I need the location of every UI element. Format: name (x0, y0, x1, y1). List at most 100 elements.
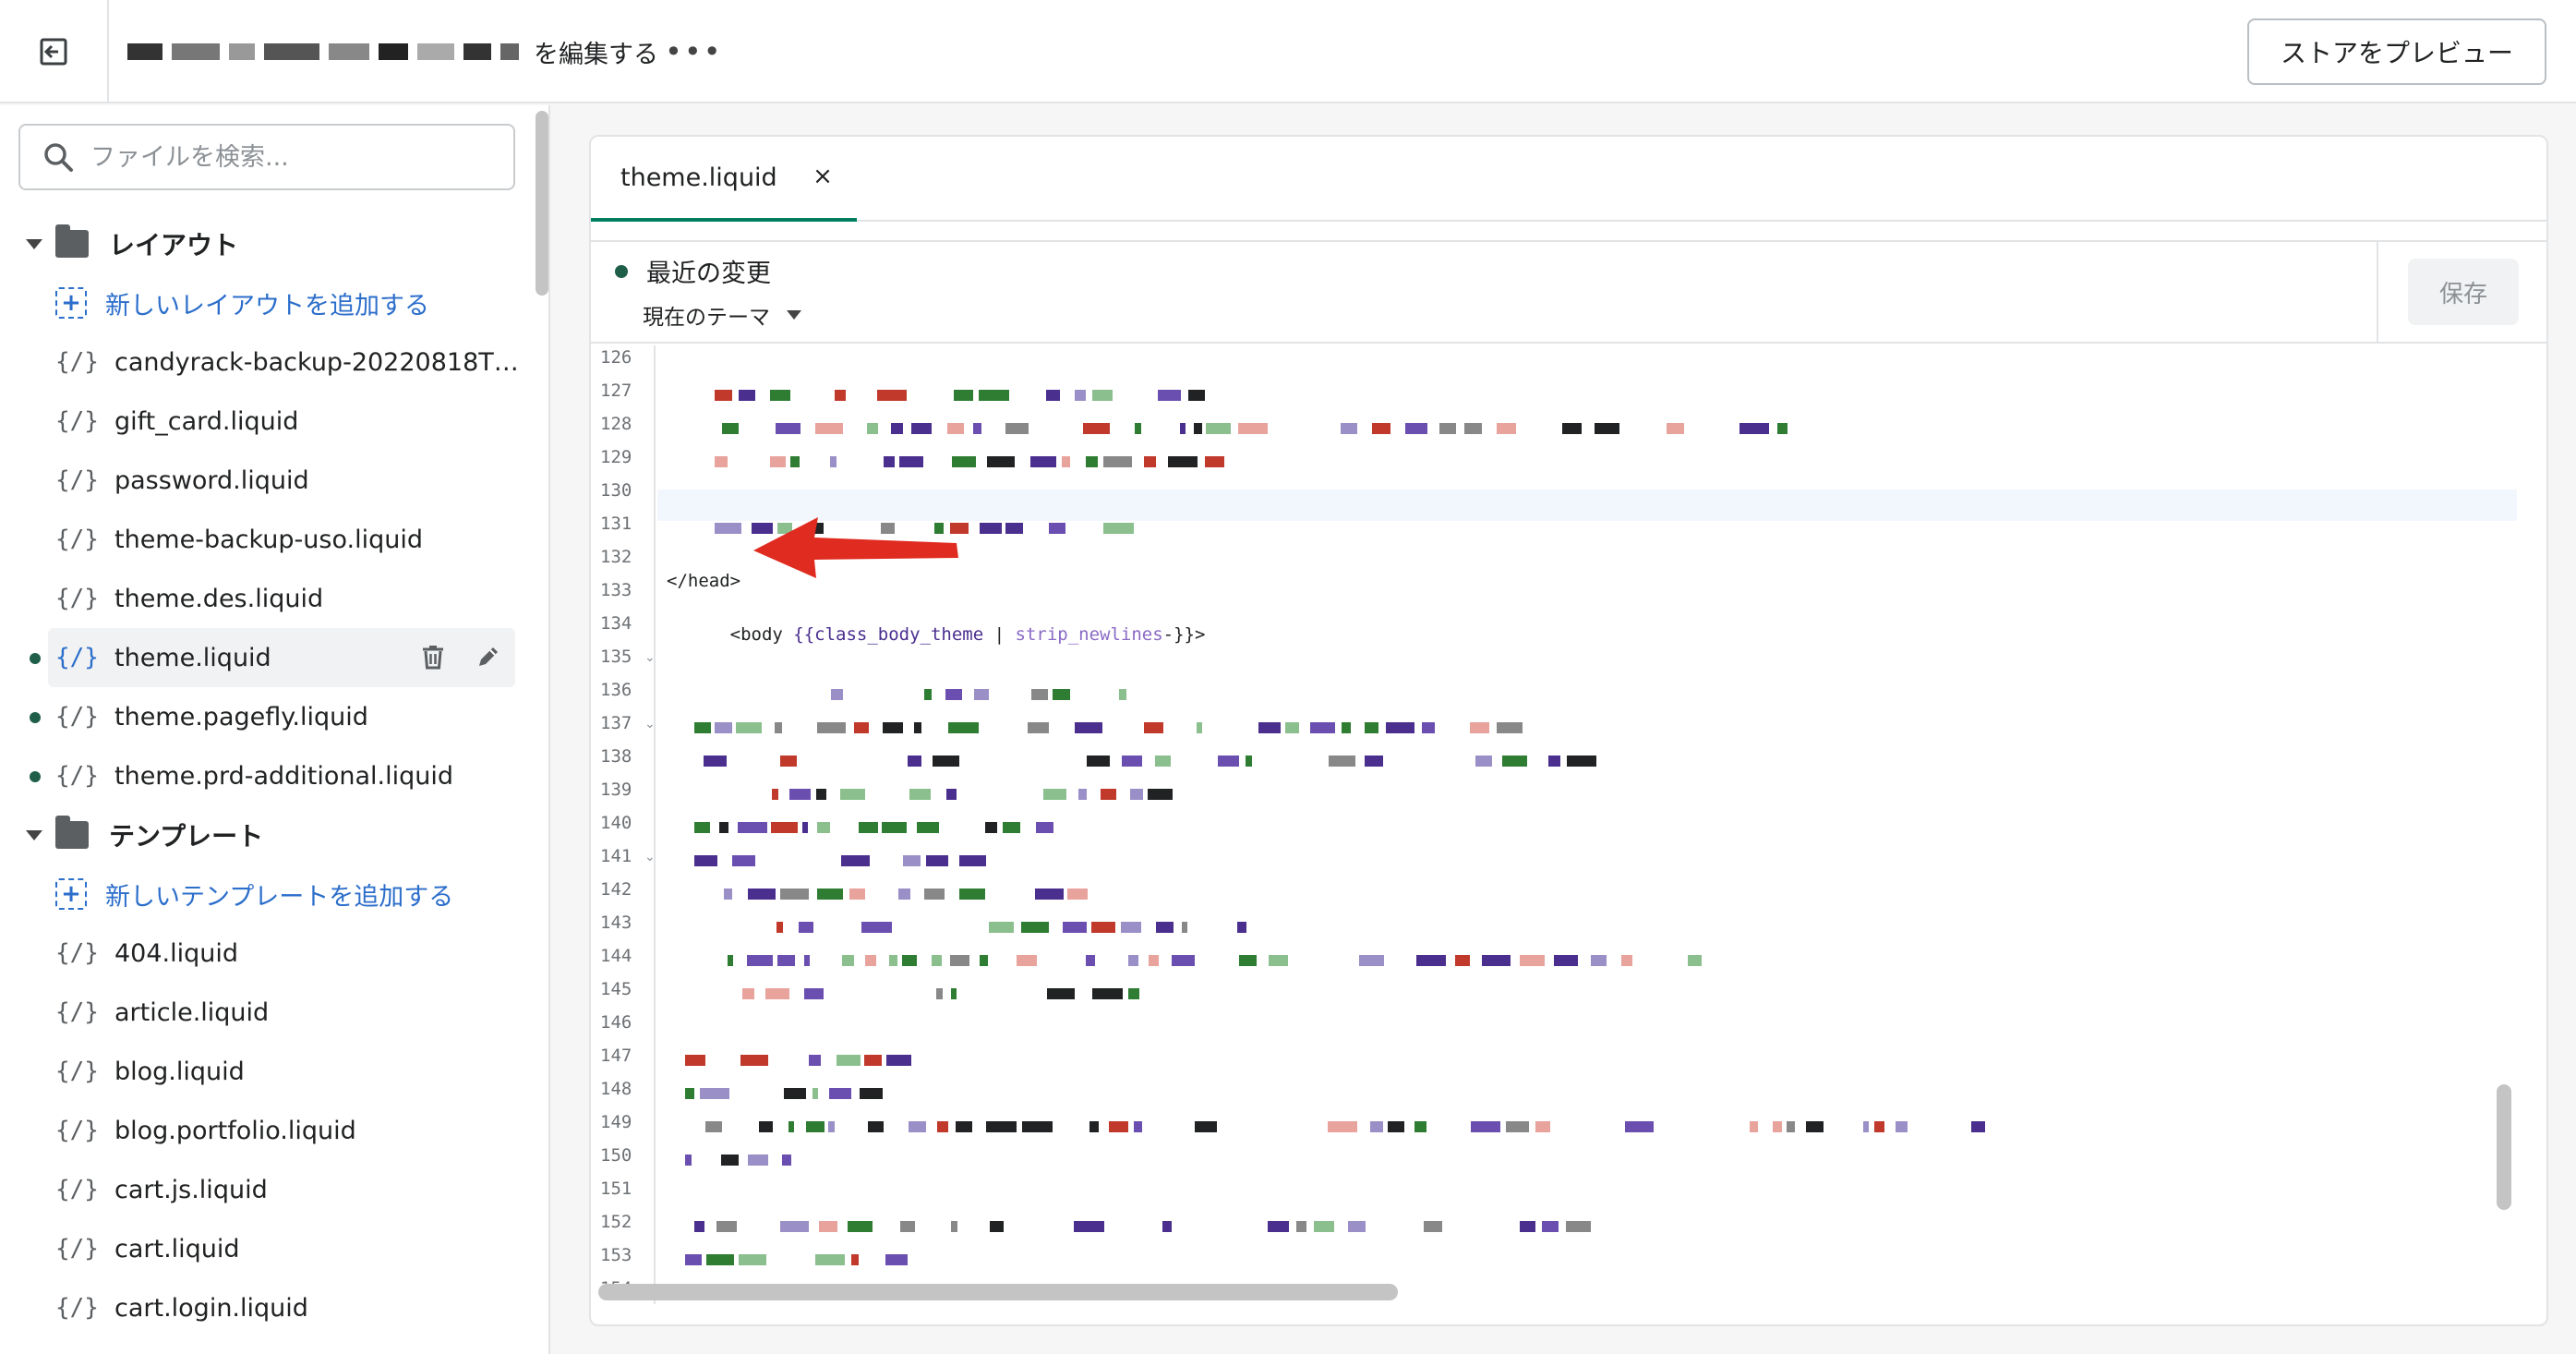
red-arrow-annotation (753, 517, 958, 578)
caret-down-icon (787, 310, 801, 320)
more-actions-button[interactable]: ••• (665, 28, 723, 76)
file-item[interactable]: {/} cart.login.liquid (0, 1278, 526, 1337)
redacted-code-pixel (1103, 456, 1132, 467)
file-name: cart.liquid (114, 1234, 240, 1263)
redacted-code-pixel (1471, 1121, 1500, 1132)
redacted-code-pixel (782, 1155, 791, 1166)
page-title-suffix: を編集する (534, 40, 658, 69)
redacted-code-pixel (1439, 423, 1456, 434)
redacted-code-pixel (1103, 523, 1134, 534)
redacted-code-pixel (715, 390, 732, 401)
preview-store-button[interactable]: ストアをプレビュー (2246, 18, 2546, 85)
redacted-code-pixel (959, 855, 986, 866)
redacted-code-pixel (1195, 1121, 1217, 1132)
save-button[interactable]: 保存 (2408, 259, 2519, 325)
redacted-code-pixel (842, 955, 854, 966)
line-number: 136 (600, 680, 632, 700)
add-template-link[interactable]: + 新しいテンプレートを追加する (0, 864, 526, 924)
line-number: 144 (600, 946, 632, 966)
redacted-code-pixel (1075, 390, 1086, 401)
line-number: 150 (600, 1145, 632, 1166)
redacted-code-pixel (851, 1254, 859, 1265)
delete-file-button[interactable] (415, 639, 451, 674)
redacted-code-pixel (817, 822, 830, 833)
file-item[interactable]: {/} theme.pagefly.liquid (0, 687, 526, 746)
redacted-code-pixel (1370, 1121, 1383, 1132)
redacted-code-pixel (1562, 423, 1582, 434)
redacted-code-pixel (951, 988, 957, 999)
recent-changes-title[interactable]: 最近の変更 (615, 253, 771, 289)
fold-chevron-icon[interactable]: ⌄ (644, 850, 656, 864)
close-icon[interactable]: × (807, 163, 838, 190)
liquid-file-icon: {/} (55, 644, 99, 671)
redacted-code-pixel (1074, 1221, 1104, 1232)
file-item[interactable]: {/} article.liquid (0, 983, 526, 1042)
file-item[interactable]: {/} candyrack-backup-20220818T0... (0, 332, 526, 392)
folder-layout[interactable]: レイアウト (0, 214, 526, 273)
file-item[interactable]: {/} blog.liquid (0, 1042, 526, 1101)
redacted-code-pixel (903, 855, 921, 866)
redacted-code-pixel (776, 922, 783, 933)
code-token: <body (729, 624, 794, 645)
redacted-code-pixel (1497, 722, 1523, 733)
file-item[interactable]: {/} theme.des.liquid (0, 569, 526, 628)
theme-version-select[interactable]: 現在のテーマ (643, 299, 801, 331)
redacted-code-pixel (804, 988, 824, 999)
code-horizontal-scrollbar[interactable] (598, 1284, 1398, 1300)
redacted-code-pixel (1365, 722, 1378, 733)
redacted-code-pixel (1416, 955, 1446, 966)
file-item[interactable]: {/} gift_card.liquid (0, 392, 526, 451)
liquid-file-icon: {/} (55, 939, 99, 967)
redacted-code-pixel (954, 390, 973, 401)
file-item[interactable]: {/} theme.prd-additional.liquid (0, 746, 526, 805)
file-item[interactable]: {/} blog.portfolio.liquid (0, 1101, 526, 1160)
redacted-code-pixel (947, 423, 964, 434)
redacted-code-pixel (1101, 789, 1116, 800)
redacted-code-pixel (1238, 423, 1268, 434)
rename-file-button[interactable] (471, 639, 506, 674)
redacted-code-pixel (840, 789, 865, 800)
sidebar-scrollbar[interactable] (536, 111, 548, 296)
redacted-code-pixel (1372, 423, 1390, 434)
redacted-code-pixel (1520, 1221, 1535, 1232)
redacted-code-pixel (973, 423, 981, 434)
redacted-code-pixel (1218, 756, 1239, 767)
redacted-code-pixel (1542, 1221, 1559, 1232)
tab-theme-liquid[interactable]: theme.liquid × (591, 137, 857, 222)
redacted-code-pixel (1172, 955, 1195, 966)
line-number-gutter: 126 127 128 129 130 131 132 133 134 135 ⌄ 136 137 ⌄ 13… (591, 345, 656, 1304)
redacted-code-pixel (715, 523, 741, 534)
fold-chevron-icon[interactable]: ⌄ (644, 717, 656, 731)
file-item[interactable]: {/} theme-backup-uso.liquid (0, 510, 526, 569)
redacted-code-pixel (1239, 955, 1257, 966)
file-item[interactable]: {/} 404.liquid (0, 924, 526, 983)
redacted-code-pixel (685, 1254, 702, 1265)
redacted-code-pixel (1269, 955, 1288, 966)
redacted-code-pixel (1188, 390, 1205, 401)
redacted-code-pixel (804, 955, 810, 966)
file-item[interactable]: {/} cart.js.liquid (0, 1160, 526, 1219)
file-name: gift_card.liquid (114, 406, 299, 436)
file-name: cart.js.liquid (114, 1175, 268, 1204)
file-search-input[interactable] (90, 142, 497, 172)
code-vertical-scrollbar[interactable] (2497, 1084, 2511, 1210)
add-layout-link[interactable]: + 新しいレイアウトを追加する (0, 273, 526, 332)
redacted-code-pixel (806, 1121, 825, 1132)
line-number: 140 (600, 813, 632, 833)
file-item[interactable]: {/} cart.liquid (0, 1219, 526, 1278)
code-area[interactable]: 126 127 128 129 130 131 132 133 134 135 ⌄ 136 137 ⌄ 13… (591, 345, 2517, 1304)
add-template-label: 新しいテンプレートを追加する (105, 882, 454, 912)
redacted-code-pixel (924, 889, 945, 900)
redacted-code-pixel (747, 955, 773, 966)
redacted-code-pixel (1005, 523, 1023, 534)
file-item[interactable]: {/} password.liquid (0, 451, 526, 510)
fold-chevron-icon[interactable]: ⌄ (644, 650, 656, 665)
line-number: 138 (600, 746, 632, 767)
file-name: theme.liquid (114, 643, 271, 672)
file-item-active[interactable]: {/} theme.liquid (30, 628, 515, 687)
exit-editor-button[interactable] (0, 0, 109, 103)
redacted-code-pixel (828, 1121, 835, 1132)
redacted-code-pixel (788, 1121, 794, 1132)
folder-templates[interactable]: テンプレート (0, 805, 526, 864)
redacted-code-pixel (715, 722, 732, 733)
